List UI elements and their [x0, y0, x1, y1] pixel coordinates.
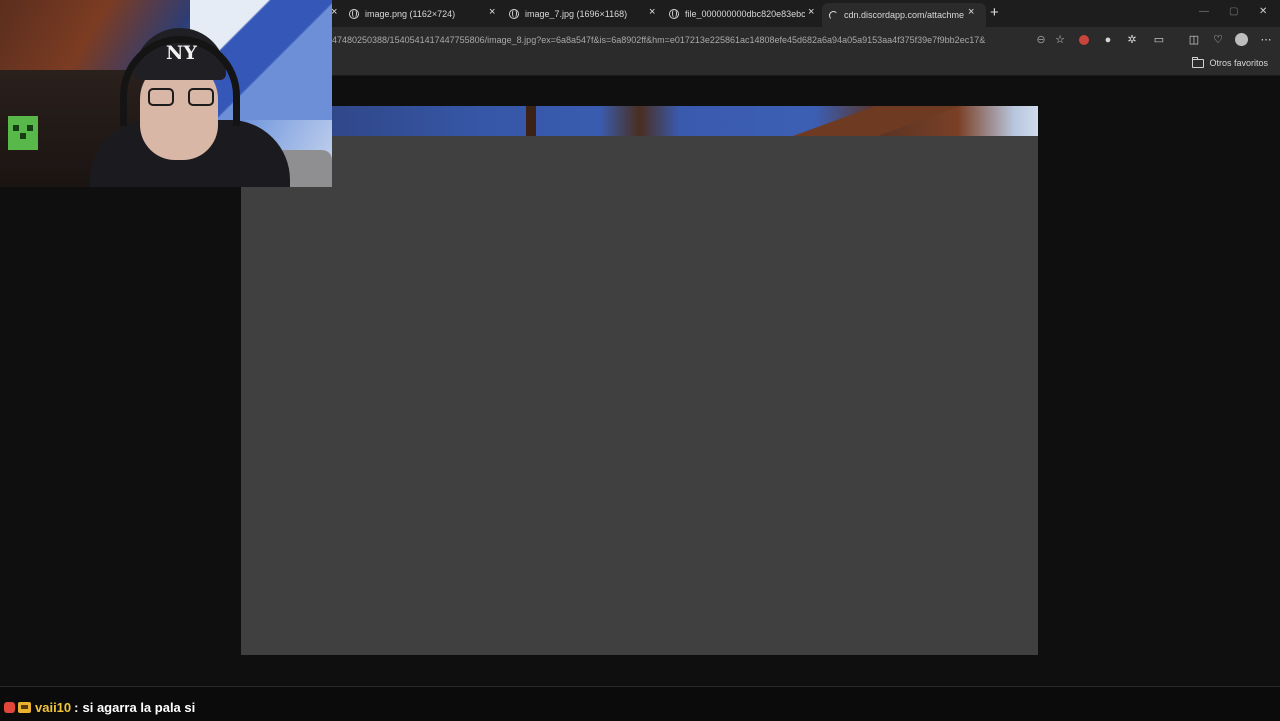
- tab-close-button[interactable]: ×: [808, 7, 814, 18]
- zoom-out-icon[interactable]: ⊖: [1034, 33, 1048, 47]
- profile-icon[interactable]: [1235, 33, 1249, 47]
- webcam-overlay: NY: [0, 0, 332, 187]
- address-bar[interactable]: 47480250388/1540541417447755806/image_8.…: [332, 35, 985, 45]
- loading-spinner-icon: [829, 10, 838, 20]
- globe-icon: [669, 9, 679, 19]
- tab-title: cdn.discordapp.com/attachments/: [844, 10, 964, 20]
- split-screen-icon[interactable]: ◫: [1187, 33, 1201, 47]
- close-window-button[interactable]: ✕: [1259, 6, 1267, 18]
- more-menu-icon[interactable]: ⋯: [1259, 33, 1273, 47]
- globe-icon: [349, 9, 359, 19]
- tab-title: file_000000000dbc820e83ebc3f8: [685, 9, 805, 19]
- image-loaded-strip: [241, 106, 1038, 136]
- cast-icon[interactable]: ▭: [1152, 33, 1166, 47]
- creeper-figure-icon: [8, 116, 38, 150]
- chat-username: vaii10: [35, 700, 72, 715]
- browser-essentials-icon[interactable]: ♡: [1211, 33, 1225, 47]
- chat-text: si agarra la pala si: [82, 700, 196, 715]
- other-favorites-button[interactable]: Otros favoritos: [1192, 56, 1268, 68]
- globe-icon: [509, 9, 519, 19]
- tab-cdn-discordapp[interactable]: cdn.discordapp.com/attachments/: [822, 3, 986, 27]
- extensions-puzzle-icon[interactable]: ✲: [1125, 33, 1139, 47]
- image-diagonal: [761, 106, 961, 136]
- minimize-button[interactable]: —: [1199, 6, 1209, 18]
- tab-file[interactable]: file_000000000dbc820e83ebc3f8: [669, 3, 805, 25]
- badge-icon: [4, 702, 15, 713]
- tab-image-png[interactable]: image.png (1162×724): [349, 3, 489, 25]
- folder-icon: [1192, 56, 1205, 68]
- tab-title: image_7.jpg (1696×1168): [525, 9, 628, 19]
- image-beam: [526, 106, 536, 136]
- tab-close-button[interactable]: ×: [968, 7, 974, 18]
- crown-badge-icon: [18, 702, 31, 713]
- stream-chat-bar: vaii10 : si agarra la pala si: [0, 686, 1280, 721]
- chat-separator: :: [74, 700, 79, 715]
- extension-icon[interactable]: ●: [1101, 33, 1115, 47]
- maximize-button[interactable]: ▢: [1229, 6, 1238, 18]
- extension-icon[interactable]: [1077, 33, 1091, 47]
- other-favorites-label: Otros favoritos: [1209, 58, 1268, 68]
- new-tab-button[interactable]: +: [990, 5, 999, 20]
- tab-close-button[interactable]: ×: [489, 7, 495, 18]
- loading-image[interactable]: [241, 106, 1038, 655]
- tab-close-button[interactable]: ×: [649, 7, 655, 18]
- tab-title: image.png (1162×724): [365, 9, 456, 19]
- favorite-star-icon[interactable]: ☆: [1053, 33, 1067, 47]
- chat-message: vaii10 : si agarra la pala si: [4, 700, 195, 715]
- tab-image-7-jpg[interactable]: image_7.jpg (1696×1168): [509, 3, 649, 25]
